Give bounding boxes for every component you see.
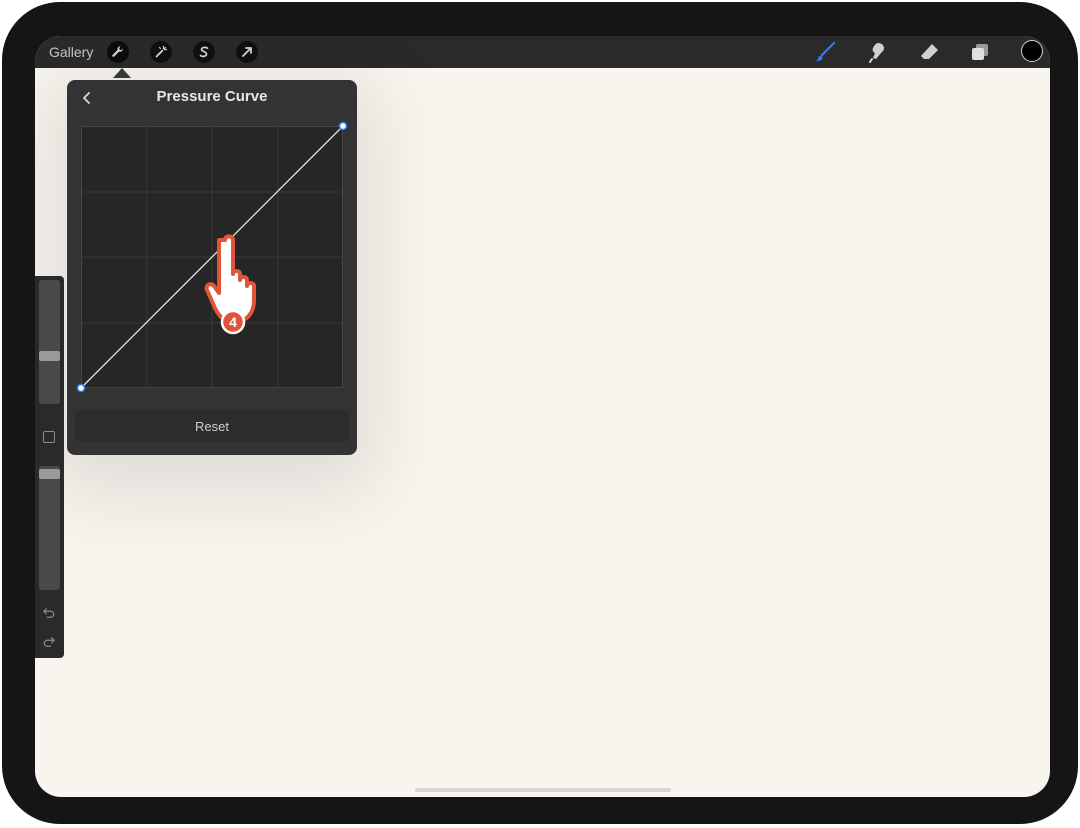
selection-s-icon bbox=[199, 46, 209, 58]
transform-arrow-icon bbox=[242, 47, 252, 57]
redo-button[interactable] bbox=[40, 634, 58, 650]
transform-button[interactable] bbox=[236, 41, 258, 63]
brush-size-slider-thumb[interactable] bbox=[39, 351, 60, 361]
gallery-button[interactable]: Gallery bbox=[49, 44, 93, 60]
wrench-icon bbox=[112, 46, 123, 57]
opacity-slider-thumb[interactable] bbox=[39, 469, 60, 479]
magic-wand-icon bbox=[155, 45, 168, 58]
reset-button[interactable]: Reset bbox=[75, 410, 349, 442]
curve-control-point[interactable] bbox=[76, 383, 86, 393]
brush-size-slider[interactable] bbox=[39, 280, 60, 404]
top-toolbar: Gallery bbox=[35, 36, 1050, 68]
layers-icon bbox=[972, 44, 988, 60]
canvas-screen[interactable]: Gallery Pressure Curve Reset 4 bbox=[35, 36, 1050, 797]
adjustments-button[interactable] bbox=[150, 41, 172, 63]
popup-pointer bbox=[113, 68, 131, 78]
brush-icon bbox=[816, 41, 836, 61]
curve-control-point[interactable] bbox=[338, 121, 348, 131]
popup-title: Pressure Curve bbox=[156, 88, 268, 105]
tap-hand-icon: 4 bbox=[204, 234, 256, 335]
selection-button[interactable] bbox=[193, 41, 215, 63]
layers-button[interactable] bbox=[969, 41, 991, 63]
left-sidebar bbox=[35, 276, 64, 658]
modify-button[interactable] bbox=[43, 431, 55, 443]
brush-button[interactable] bbox=[814, 41, 836, 63]
redo-icon bbox=[43, 637, 55, 647]
undo-button[interactable] bbox=[40, 605, 58, 621]
eraser-button[interactable] bbox=[918, 41, 940, 63]
smudge-icon bbox=[869, 43, 884, 63]
step-number: 4 bbox=[229, 314, 237, 330]
undo-icon bbox=[43, 608, 55, 618]
actions-button[interactable] bbox=[107, 41, 129, 63]
home-indicator bbox=[415, 788, 671, 792]
color-picker-button[interactable] bbox=[1021, 40, 1043, 62]
device-frame: Gallery Pressure Curve Reset 4 bbox=[2, 2, 1078, 824]
opacity-slider[interactable] bbox=[39, 466, 60, 590]
eraser-icon bbox=[921, 44, 938, 59]
smudge-button[interactable] bbox=[866, 41, 888, 63]
